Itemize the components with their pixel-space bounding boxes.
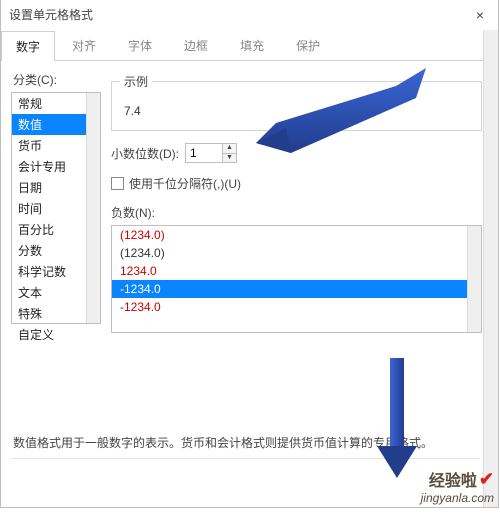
spinner-buttons: ▲ ▼ [222, 144, 236, 162]
decimals-input[interactable] [186, 144, 222, 162]
category-item-time[interactable]: 时间 [12, 198, 86, 219]
category-item-text[interactable]: 文本 [12, 282, 86, 303]
thousands-checkbox[interactable] [111, 177, 124, 190]
category-item-date[interactable]: 日期 [12, 177, 86, 198]
category-item-currency[interactable]: 货币 [12, 135, 86, 156]
category-list-items: 常规 数值 货币 会计专用 日期 时间 百分比 分数 科学记数 文本 特殊 自定… [12, 93, 86, 323]
thousands-row: 使用千位分隔符(,)(U) [111, 175, 482, 192]
tab-fill[interactable]: 填充 [225, 30, 279, 60]
negative-item-5[interactable]: -1234.0 [112, 298, 467, 316]
decimals-label: 小数位数(D): [111, 145, 179, 162]
negative-item-1[interactable]: (1234.0) [112, 226, 467, 244]
titlebar: 设置单元格格式 × [1, 0, 498, 30]
category-item-custom[interactable]: 自定义 [12, 324, 86, 345]
negative-item-4[interactable]: -1234.0 [112, 280, 467, 298]
dialog-scrollbar[interactable] [483, 30, 498, 507]
category-panel: 分类(C): 常规 数值 货币 会计专用 日期 时间 百分比 分数 科学记数 文… [11, 69, 101, 333]
close-icon[interactable]: × [470, 7, 490, 23]
tab-font[interactable]: 字体 [113, 30, 167, 60]
tab-number[interactable]: 数字 [1, 31, 55, 61]
category-item-special[interactable]: 特殊 [12, 303, 86, 324]
negative-items: (1234.0) (1234.0) 1234.0 -1234.0 -1234.0 [112, 226, 467, 332]
negative-label: 负数(N): [111, 204, 482, 221]
decimals-row: 小数位数(D): ▲ ▼ [111, 143, 482, 163]
watermark-text: 经验啦 [429, 467, 477, 491]
category-scrollbar[interactable] [86, 93, 100, 323]
category-item-accounting[interactable]: 会计专用 [12, 156, 86, 177]
spinner-down-icon[interactable]: ▼ [223, 154, 236, 163]
category-item-scientific[interactable]: 科学记数 [12, 261, 86, 282]
negative-listbox[interactable]: (1234.0) (1234.0) 1234.0 -1234.0 -1234.0 [111, 225, 482, 333]
details-panel: 示例 7.4 小数位数(D): ▲ ▼ 使用千位分隔符(,)(U) 负数(N): [111, 69, 488, 333]
category-listbox[interactable]: 常规 数值 货币 会计专用 日期 时间 百分比 分数 科学记数 文本 特殊 自定… [11, 92, 101, 324]
thousands-label: 使用千位分隔符(,)(U) [129, 175, 241, 192]
category-item-percentage[interactable]: 百分比 [12, 219, 86, 240]
separator [11, 458, 480, 459]
tabs: 数字 对齐 字体 边框 填充 保护 [1, 30, 498, 61]
category-label: 分类(C): [13, 71, 101, 88]
category-item-number[interactable]: 数值 [12, 114, 86, 135]
example-box: 示例 7.4 [111, 81, 482, 131]
example-value: 7.4 [122, 102, 471, 122]
decimals-spinner[interactable]: ▲ ▼ [185, 143, 237, 163]
spinner-up-icon[interactable]: ▲ [223, 144, 236, 154]
negative-item-2[interactable]: (1234.0) [112, 244, 467, 262]
category-item-general[interactable]: 常规 [12, 93, 86, 114]
tab-alignment[interactable]: 对齐 [57, 30, 111, 60]
negative-scrollbar[interactable] [467, 226, 481, 332]
tab-protection[interactable]: 保护 [281, 30, 335, 60]
example-legend: 示例 [120, 73, 152, 90]
body: 分类(C): 常规 数值 货币 会计专用 日期 时间 百分比 分数 科学记数 文… [1, 61, 498, 333]
tab-border[interactable]: 边框 [169, 30, 223, 60]
category-item-fraction[interactable]: 分数 [12, 240, 86, 261]
description-text: 数值格式用于一般数字的表示。货币和会计格式则提供货币值计算的专用格式。 [13, 434, 486, 451]
annotation-arrow-down-icon [377, 358, 417, 478]
negative-item-3[interactable]: 1234.0 [112, 262, 467, 280]
dialog-title: 设置单元格格式 [9, 6, 93, 23]
format-cells-dialog: 设置单元格格式 × 数字 对齐 字体 边框 填充 保护 分类(C): 常规 数值… [0, 0, 499, 508]
